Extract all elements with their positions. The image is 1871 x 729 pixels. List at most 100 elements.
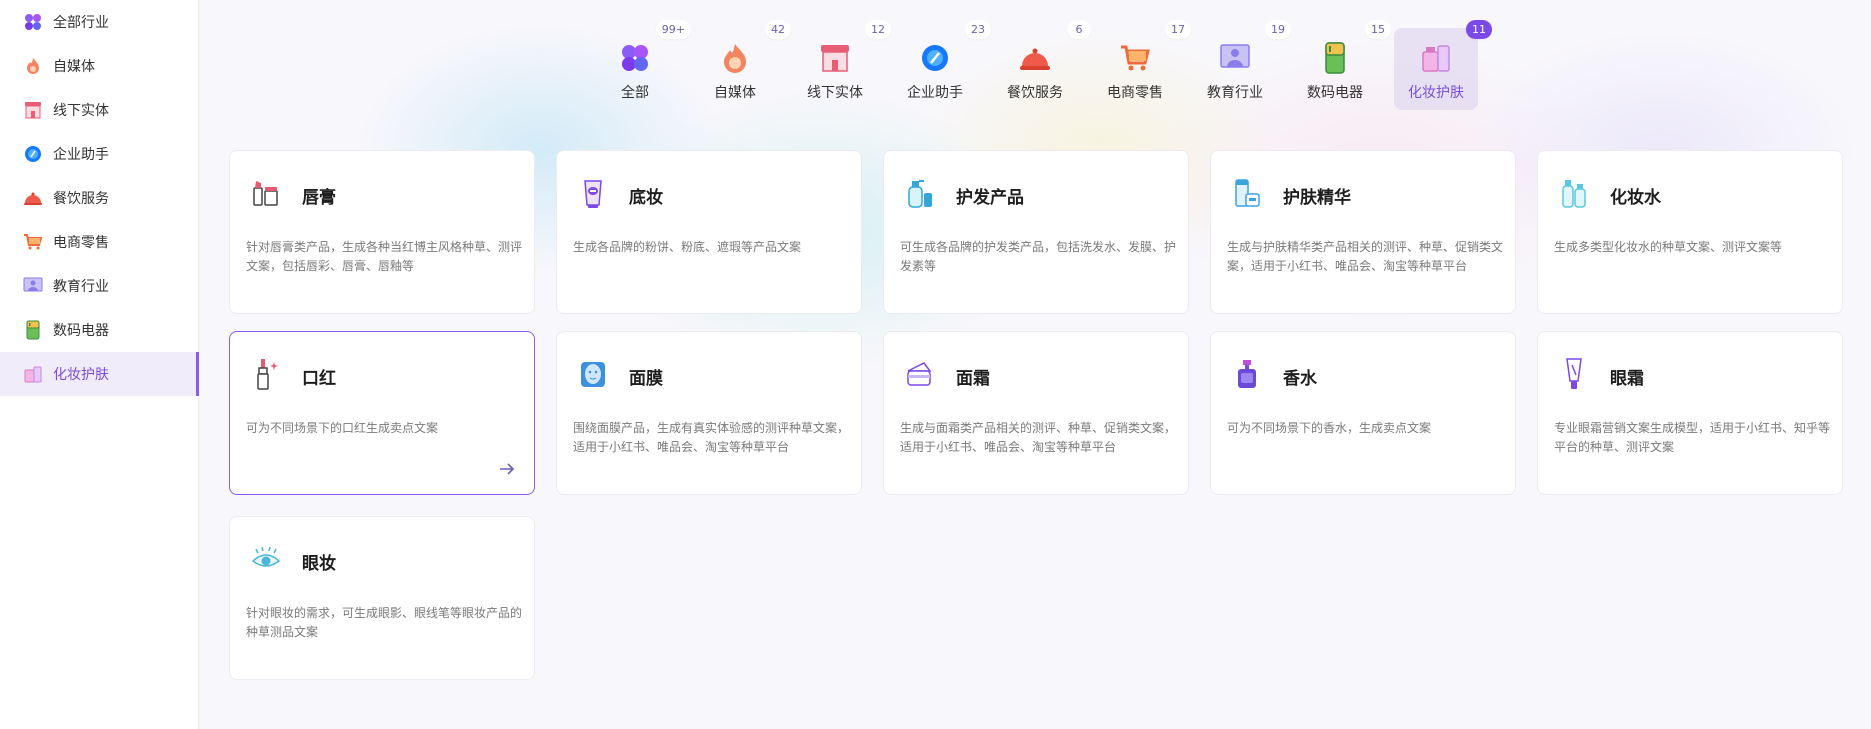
foundation-tube-icon <box>577 177 609 209</box>
sidebar-item-label: 全部行业 <box>53 15 109 31</box>
shampoo-bottle-icon <box>904 177 936 209</box>
tab-digital[interactable]: 15 数码电器 <box>1293 20 1391 110</box>
sidebar-item-label: 数码电器 <box>53 323 109 339</box>
eye-cream-tube-icon <box>1558 358 1590 390</box>
count-badge: 17 <box>1165 20 1191 39</box>
main-content: 99+ 全部 42 自媒体 12 线下实体 23 企业助手 6 餐饮服务 17 <box>200 0 1871 729</box>
fridge-icon <box>1319 42 1351 74</box>
tab-catering[interactable]: 6 餐饮服务 <box>993 20 1091 110</box>
sidebar-item-label: 自媒体 <box>53 59 95 75</box>
card-title: 口红 <box>302 369 336 389</box>
sidebar: 全部行业 自媒体 线下实体 企业助手 餐饮服务 电商零售 教育行业 数码电器 化… <box>0 0 199 729</box>
storefront-icon <box>819 42 851 74</box>
card-description: 生成与护肤精华类产品相关的测评、种草、促销类文案，适用于小红书、唯品会、淘宝等种… <box>1227 240 1504 273</box>
tab-label: 化妆护肤 <box>1408 85 1464 101</box>
shopping-cart-icon <box>23 232 43 252</box>
tab-label: 企业助手 <box>907 85 963 101</box>
tab-offline-store[interactable]: 12 线下实体 <box>793 20 891 110</box>
card-eye-cream[interactable]: 眼霜 专业眼霜营销文案生成模型，适用于小红书、知乎等平台的种草、测评文案 <box>1537 331 1843 495</box>
sidebar-item-catering[interactable]: 餐饮服务 <box>0 176 199 220</box>
arrow-right-icon[interactable] <box>498 460 516 478</box>
card-face-cream[interactable]: 面霜 生成与面霜类产品相关的测评、种草、促销类文案，适用于小红书、唯品会、淘宝等… <box>883 331 1189 495</box>
tab-enterprise[interactable]: 23 企业助手 <box>893 20 991 110</box>
cloche-icon <box>1019 42 1051 74</box>
card-title: 护肤精华 <box>1283 188 1351 208</box>
tab-media[interactable]: 42 自媒体 <box>693 20 791 110</box>
clover-icon <box>23 12 43 32</box>
card-description: 生成与面霜类产品相关的测评、种草、促销类文案，适用于小红书、唯品会、淘宝等种草平… <box>900 421 1177 454</box>
card-description: 生成多类型化妆水的种草文案、测评文案等 <box>1554 240 1783 254</box>
card-title: 眼霜 <box>1610 369 1644 389</box>
card-title: 底妆 <box>629 188 663 208</box>
gear-chip-icon <box>23 144 43 164</box>
teacher-board-icon <box>1219 42 1251 74</box>
flame-icon <box>23 56 43 76</box>
sidebar-item-offline-store[interactable]: 线下实体 <box>0 88 199 132</box>
count-badge: 15 <box>1365 20 1391 39</box>
tab-label: 电商零售 <box>1107 85 1163 101</box>
lipstick-icon <box>250 358 282 390</box>
card-hair-care[interactable]: 护发产品 可生成各品牌的护发类产品，包括洗发水、发膜、护发素等 <box>883 150 1189 314</box>
card-title: 护发产品 <box>956 188 1024 208</box>
card-face-mask[interactable]: 面膜 围绕面膜产品，生成有真实体验感的测评种草文案，适用于小红书、唯品会、淘宝等… <box>556 331 862 495</box>
count-badge: 12 <box>865 20 891 39</box>
sidebar-item-label: 企业助手 <box>53 147 109 163</box>
card-description: 针对唇膏类产品，生成各种当红博主风格种草、测评文案，包括唇彩、唇膏、唇釉等 <box>246 240 523 273</box>
card-title: 香水 <box>1283 369 1317 389</box>
sidebar-item-media[interactable]: 自媒体 <box>0 44 199 88</box>
toner-bottles-icon <box>1558 177 1590 209</box>
card-title: 面膜 <box>629 369 663 389</box>
serum-jar-icon <box>1231 177 1263 209</box>
gear-chip-icon <box>919 42 951 74</box>
tab-label: 自媒体 <box>714 85 756 101</box>
eye-makeup-icon <box>250 543 282 575</box>
sidebar-item-cosmetics[interactable]: 化妆护肤 <box>0 352 199 396</box>
card-title: 眼妆 <box>302 554 336 574</box>
card-eye-makeup[interactable]: 眼妆 针对眼妆的需求，可生成眼影、眼线笔等眼妆产品的种草测品文案 <box>229 516 535 680</box>
card-description: 生成各品牌的粉饼、粉底、遮瑕等产品文案 <box>573 240 802 254</box>
card-title: 唇膏 <box>302 188 336 208</box>
sidebar-item-digital[interactable]: 数码电器 <box>0 308 199 352</box>
tab-ecommerce[interactable]: 17 电商零售 <box>1093 20 1191 110</box>
card-description: 专业眼霜营销文案生成模型，适用于小红书、知乎等平台的种草、测评文案 <box>1554 421 1831 454</box>
cosmetics-icon <box>23 364 43 384</box>
cosmetics-icon <box>1420 42 1452 74</box>
card-perfume[interactable]: 香水 可为不同场景下的香水，生成卖点文案 <box>1210 331 1516 495</box>
card-description: 可为不同场景下的香水，生成卖点文案 <box>1227 421 1432 435</box>
sidebar-item-label: 教育行业 <box>53 279 109 295</box>
sidebar-item-ecommerce[interactable]: 电商零售 <box>0 220 199 264</box>
card-foundation[interactable]: 底妆 生成各品牌的粉饼、粉底、遮瑕等产品文案 <box>556 150 862 314</box>
sidebar-item-label: 线下实体 <box>53 103 109 119</box>
card-lip-balm[interactable]: 唇膏 针对唇膏类产品，生成各种当红博主风格种草、测评文案，包括唇彩、唇膏、唇釉等 <box>229 150 535 314</box>
count-badge: 19 <box>1265 20 1291 39</box>
teacher-board-icon <box>23 276 43 296</box>
lip-balm-icon <box>250 177 282 209</box>
storefront-icon <box>23 100 43 120</box>
count-badge: 6 <box>1067 20 1091 39</box>
card-toner[interactable]: 化妆水 生成多类型化妆水的种草文案、测评文案等 <box>1537 150 1843 314</box>
sidebar-item-all[interactable]: 全部行业 <box>0 0 199 44</box>
tab-all[interactable]: 99+ 全部 <box>593 20 691 110</box>
card-description: 可为不同场景下的口红生成卖点文案 <box>246 421 439 435</box>
tab-label: 餐饮服务 <box>1007 85 1063 101</box>
tab-cosmetics[interactable]: 11 化妆护肤 <box>1394 20 1492 110</box>
card-description: 可生成各品牌的护发类产品，包括洗发水、发膜、护发素等 <box>900 240 1177 273</box>
count-badge: 11 <box>1466 20 1492 39</box>
card-lipstick[interactable]: 口红 可为不同场景下的口红生成卖点文案 <box>229 331 535 495</box>
sidebar-item-label: 化妆护肤 <box>53 367 109 383</box>
card-serum[interactable]: 护肤精华 生成与护肤精华类产品相关的测评、种草、促销类文案，适用于小红书、唯品会… <box>1210 150 1516 314</box>
fridge-icon <box>23 320 43 340</box>
sidebar-item-enterprise[interactable]: 企业助手 <box>0 132 199 176</box>
sidebar-item-education[interactable]: 教育行业 <box>0 264 199 308</box>
flame-icon <box>719 42 751 74</box>
cloche-icon <box>23 188 43 208</box>
count-badge: 23 <box>965 20 991 39</box>
tab-education[interactable]: 19 教育行业 <box>1193 20 1291 110</box>
face-mask-icon <box>577 358 609 390</box>
card-description: 围绕面膜产品，生成有真实体验感的测评种草文案，适用于小红书、唯品会、淘宝等种草平… <box>573 421 850 454</box>
perfume-bottle-icon <box>1231 358 1263 390</box>
card-description: 针对眼妆的需求，可生成眼影、眼线笔等眼妆产品的种草测品文案 <box>246 606 523 639</box>
count-badge: 42 <box>765 20 791 39</box>
sidebar-item-label: 电商零售 <box>53 235 109 251</box>
sidebar-item-label: 餐饮服务 <box>53 191 109 207</box>
